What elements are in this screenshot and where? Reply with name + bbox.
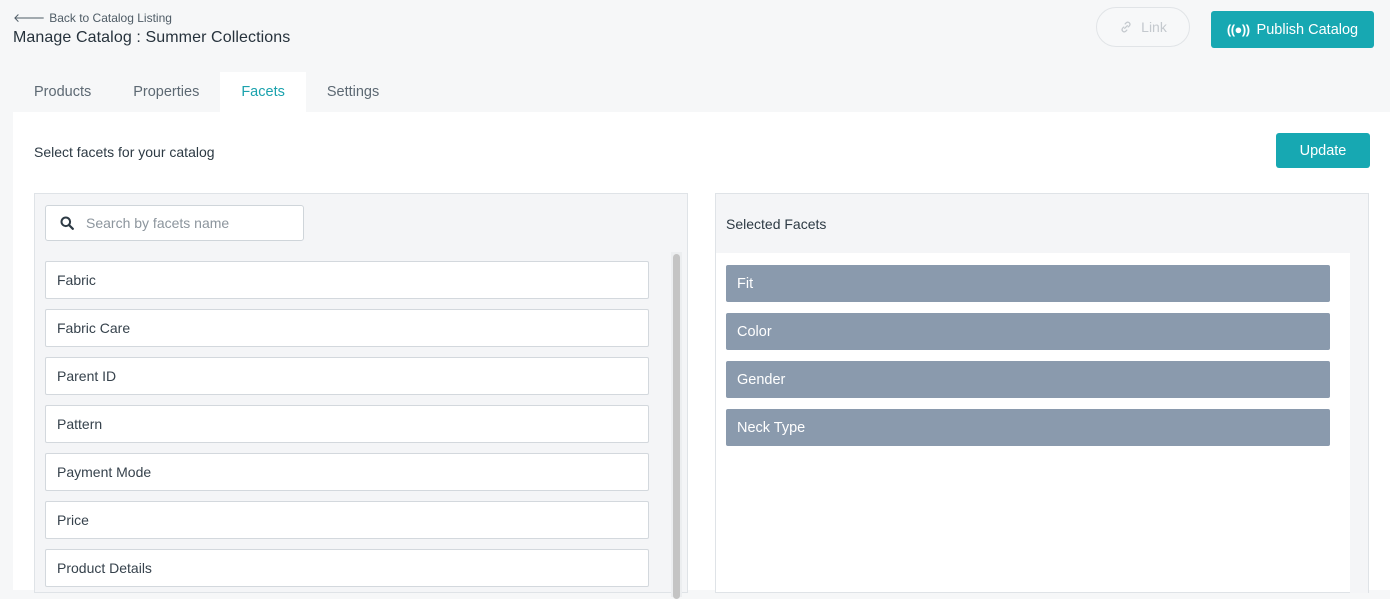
facet-item-parent-id[interactable]: Parent ID: [45, 357, 649, 395]
search-input[interactable]: [86, 215, 296, 231]
selected-facets-box: Selected Facets Fit Color Gender Neck Ty…: [715, 193, 1369, 593]
facet-item-fabric-care[interactable]: Fabric Care: [45, 309, 649, 347]
selected-facet-gender[interactable]: Gender: [726, 361, 1330, 398]
scrollbar-thumb[interactable]: [673, 254, 680, 599]
selected-facets-header: Selected Facets: [716, 194, 1368, 253]
page-title: Manage Catalog : Summer Collections: [13, 29, 291, 46]
tab-properties[interactable]: Properties: [112, 72, 220, 112]
link-icon: [1121, 21, 1131, 33]
selected-facet-list: Fit Color Gender Neck Type: [726, 265, 1330, 457]
back-link-label: Back to Catalog Listing: [49, 11, 172, 25]
publish-catalog-button[interactable]: ((●)) Publish Catalog: [1211, 11, 1374, 48]
update-button[interactable]: Update: [1276, 133, 1370, 168]
link-button[interactable]: Link: [1096, 7, 1190, 47]
selected-facet-neck-type[interactable]: Neck Type: [726, 409, 1330, 446]
tab-settings[interactable]: Settings: [306, 72, 400, 112]
back-to-catalog-link[interactable]: 🡐 Back to Catalog Listing: [13, 11, 172, 25]
facets-panel: Select facets for your catalog Update Fa…: [13, 112, 1390, 599]
tab-facets[interactable]: Facets: [220, 72, 306, 112]
tab-bar: Products Properties Facets Settings: [13, 72, 400, 112]
facet-item-fabric[interactable]: Fabric: [45, 261, 649, 299]
broadcast-icon: ((●)): [1226, 22, 1250, 37]
available-facet-list: Fabric Fabric Care Parent ID Pattern Pay…: [45, 261, 649, 597]
facet-item-product-details[interactable]: Product Details: [45, 549, 649, 587]
facet-list-scrollbar[interactable]: [671, 252, 682, 599]
search-icon: [60, 216, 74, 230]
facet-item-payment-mode[interactable]: Payment Mode: [45, 453, 649, 491]
selected-facets-title: Selected Facets: [726, 216, 827, 232]
facet-search: [45, 205, 304, 241]
publish-button-label: Publish Catalog: [1256, 21, 1359, 38]
link-button-label: Link: [1141, 19, 1167, 35]
facet-item-pattern[interactable]: Pattern: [45, 405, 649, 443]
panel-heading: Select facets for your catalog: [34, 144, 215, 160]
selected-facets-scroll-track: [1350, 253, 1368, 593]
selected-facet-color[interactable]: Color: [726, 313, 1330, 350]
top-bar: 🡐 Back to Catalog Listing Manage Catalog…: [0, 0, 1390, 72]
tab-products[interactable]: Products: [13, 72, 112, 112]
arrow-left-icon: 🡐: [13, 11, 46, 25]
selected-facet-fit[interactable]: Fit: [726, 265, 1330, 302]
available-facets-box: Fabric Fabric Care Parent ID Pattern Pay…: [34, 193, 688, 599]
facet-item-price[interactable]: Price: [45, 501, 649, 539]
